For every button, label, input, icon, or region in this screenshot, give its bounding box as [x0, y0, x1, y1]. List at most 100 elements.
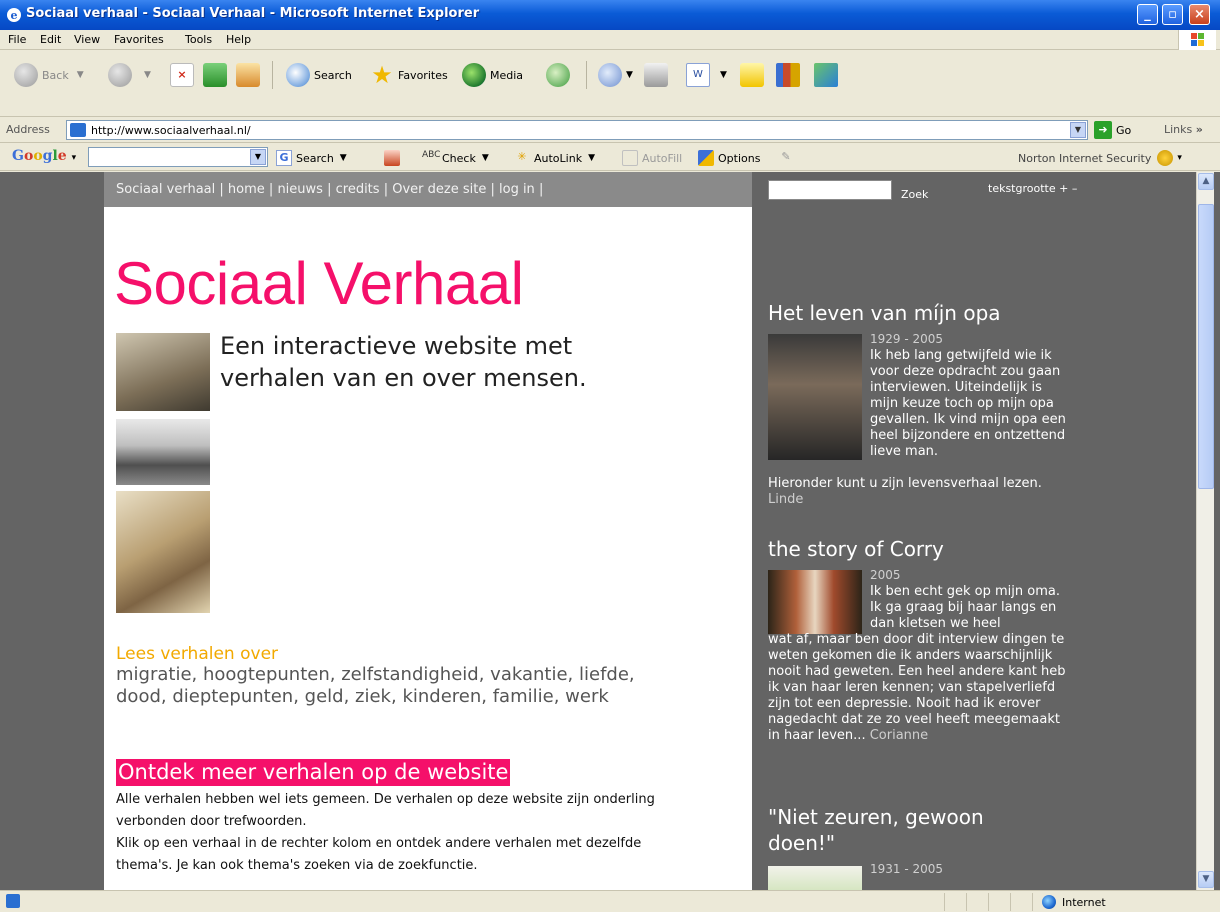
topic-link[interactable]: zelfstandigheid [341, 664, 479, 685]
favorites-button[interactable]: ★ Favorites [370, 59, 447, 91]
close-button[interactable]: × [1189, 4, 1210, 25]
read-stories-heading: Lees verhalen over [116, 644, 279, 664]
extra-button[interactable] [814, 59, 842, 91]
refresh-button[interactable] [203, 59, 231, 91]
site-nav-bar: Sociaal verhaal | home | nieuws | credit… [104, 172, 752, 207]
intro-text: Alle verhalen hebben wel iets gemeen. De… [116, 789, 656, 877]
menu-edit[interactable]: Edit [40, 33, 61, 46]
media-button[interactable]: Media [462, 59, 523, 91]
search-button[interactable]: Zoek [901, 188, 928, 201]
toolbar-separator [586, 61, 587, 89]
topic-link[interactable]: vakantie [490, 664, 567, 685]
topic-link[interactable]: migratie [116, 664, 192, 685]
google-news-button[interactable] [384, 150, 404, 166]
google-options-button[interactable]: Options [698, 150, 760, 166]
story-card[interactable]: Het leven van míjn opa 1929 - 2005 Ik he… [768, 300, 1068, 510]
google-dropdown-icon[interactable]: ▼ [250, 149, 266, 165]
vertical-scrollbar[interactable]: ▲ ▼ [1196, 172, 1214, 890]
nav-home[interactable]: home [228, 182, 265, 197]
topic-link[interactable]: ziek [355, 686, 391, 707]
norton-button[interactable]: Norton Internet Security ▾ [1018, 150, 1182, 166]
nav-over-deze-site[interactable]: Over deze site [392, 182, 486, 197]
search-button[interactable]: Search [286, 59, 352, 91]
zone-label: Internet [1062, 895, 1106, 909]
text-size-control[interactable]: tekstgrootte + – [988, 182, 1077, 195]
spellcheck-icon: ABC [422, 150, 441, 160]
address-dropdown-icon[interactable]: ▼ [1070, 122, 1086, 138]
menu-view[interactable]: View [74, 33, 100, 46]
page-viewport: Sociaal verhaal | home | nieuws | credit… [0, 172, 1220, 890]
minimize-button[interactable]: _ [1137, 4, 1158, 25]
mail-button[interactable]: ▼ [598, 59, 633, 91]
globe-icon [1042, 895, 1056, 909]
maximize-button[interactable]: ▫ [1162, 4, 1183, 25]
story-card[interactable]: the story of Corry 2005 Ik ben echt gek … [768, 536, 1068, 786]
site-search-input[interactable] [768, 180, 892, 200]
address-url: http://www.sociaalverhaal.nl/ [91, 124, 251, 137]
go-button[interactable]: ➜ Go [1094, 121, 1131, 139]
google-autofill-button[interactable]: AutoFill [622, 150, 682, 166]
topic-link[interactable]: familie [493, 686, 554, 707]
pencil-button[interactable]: ✎ [778, 150, 798, 166]
google-search-button[interactable]: G Search ▼ [276, 150, 347, 166]
story-title[interactable]: the story of Corry [768, 536, 1068, 562]
menu-favorites[interactable]: Favorites [114, 33, 164, 46]
history-button[interactable] [546, 59, 574, 91]
address-label: Address [6, 123, 50, 136]
back-button[interactable]: Back ▼ [14, 59, 84, 91]
scroll-thumb[interactable] [1198, 204, 1214, 489]
back-label: Back [42, 68, 69, 82]
menu-file[interactable]: File [8, 33, 26, 46]
google-autolink-button[interactable]: ✳ AutoLink ▼ [514, 150, 595, 166]
research-button[interactable] [776, 59, 804, 91]
topic-link[interactable]: werk [565, 686, 609, 707]
story-title[interactable]: "Niet zeuren, gewoon doen!" [768, 804, 1028, 856]
edit-button[interactable]: W ▼ [686, 59, 727, 91]
star-icon: ★ [371, 61, 393, 89]
status-cell [1032, 893, 1033, 911]
nav-sociaal-verhaal[interactable]: Sociaal verhaal [116, 182, 215, 197]
menu-help[interactable]: Help [226, 33, 251, 46]
google-logo[interactable]: Google ▾ [12, 148, 76, 164]
menu-tools[interactable]: Tools [185, 33, 212, 46]
messenger-button[interactable] [740, 59, 768, 91]
window-edge [1214, 172, 1220, 890]
site-tagline: Een interactieve website met verhalen va… [220, 332, 587, 392]
nav-nieuws[interactable]: nieuws [277, 182, 323, 197]
story-author[interactable]: Linde [768, 492, 803, 507]
site-title: Sociaal Verhaal [114, 250, 524, 317]
menu-bar: File Edit View Favorites Tools Help [0, 30, 1220, 50]
google-check-button[interactable]: ABC Check ▼ [422, 150, 489, 166]
story-author[interactable]: Corianne [870, 728, 928, 743]
topic-link[interactable]: kinderen [402, 686, 481, 707]
site-nav: Sociaal verhaal | home | nieuws | credit… [116, 182, 544, 197]
puppets-photo[interactable] [768, 334, 862, 460]
topic-link[interactable]: geld [305, 686, 344, 707]
story-photo[interactable] [768, 866, 862, 890]
story-text-bottom: wat af, maar ben door dit interview ding… [768, 632, 1066, 743]
print-button[interactable] [644, 59, 672, 91]
mail-icon [598, 63, 622, 87]
topic-link[interactable]: hoogtepunten [203, 664, 330, 685]
stop-button[interactable]: × [170, 59, 198, 91]
story-card[interactable]: "Niet zeuren, gewoon doen!" 1931 - 2005 [768, 804, 1028, 890]
topic-link[interactable]: dood [116, 686, 161, 707]
family-photo[interactable] [768, 570, 862, 634]
scroll-up-icon[interactable]: ▲ [1198, 173, 1214, 190]
links-button[interactable]: Links » [1164, 123, 1203, 136]
story-date: 1929 - 2005 [870, 332, 944, 346]
forward-button[interactable]: ▼ [108, 59, 151, 91]
scroll-down-icon[interactable]: ▼ [1198, 871, 1214, 888]
home-button[interactable] [236, 59, 264, 91]
svg-text:e: e [11, 9, 18, 22]
nav-log-in[interactable]: log in [499, 182, 535, 197]
topic-link[interactable]: liefde [579, 664, 629, 685]
title-bar: e Sociaal verhaal - Sociaal Verhaal - Mi… [0, 0, 1220, 30]
story-text-top: Ik heb lang getwijfeld wie ik voor deze … [870, 348, 1066, 459]
nav-credits[interactable]: credits [336, 182, 380, 197]
media-label: Media [490, 68, 524, 82]
topic-link[interactable]: dieptepunten [172, 686, 293, 707]
address-input[interactable]: http://www.sociaalverhaal.nl/ ▼ [66, 120, 1088, 140]
story-title[interactable]: Het leven van míjn opa [768, 300, 1068, 326]
google-search-input[interactable]: ▼ [88, 147, 268, 167]
